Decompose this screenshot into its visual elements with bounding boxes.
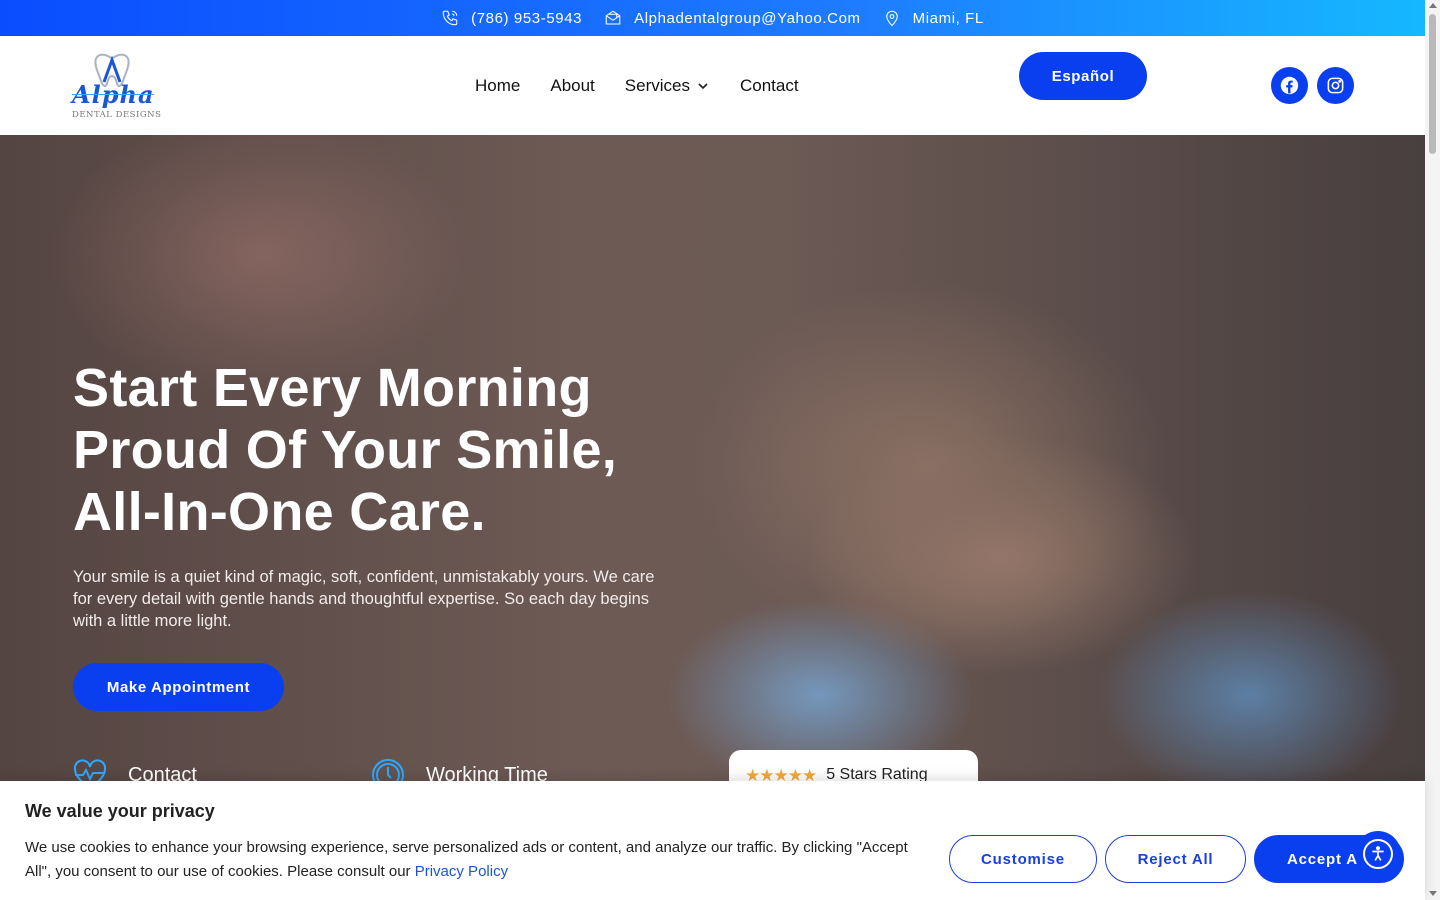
phone-number[interactable]: (786) 953-5943 <box>471 10 582 27</box>
cookie-text: We use cookies to enhance your browsing … <box>25 836 925 884</box>
location-pin-icon <box>885 10 898 27</box>
facebook-icon <box>1280 76 1299 95</box>
email-address[interactable]: Alphadentalgroup@Yahoo.Com <box>634 10 861 27</box>
logo[interactable]: Alpha DENTAL DESIGNS <box>70 50 161 122</box>
email-item[interactable]: Alphadentalgroup@Yahoo.Com <box>604 9 861 27</box>
cookie-consent-banner: We value your privacy We use cookies to … <box>0 781 1425 900</box>
scroll-down-arrow[interactable] <box>1429 891 1437 896</box>
site-header: Alpha DENTAL DESIGNS Home About Services… <box>0 36 1425 135</box>
nav-about[interactable]: About <box>550 76 594 96</box>
chevron-down-icon <box>698 82 708 89</box>
reject-all-button[interactable]: Reject All <box>1105 835 1246 883</box>
customise-button[interactable]: Customise <box>949 835 1097 883</box>
accessibility-icon <box>1372 846 1384 861</box>
hero-description: Your smile is a quiet kind of magic, sof… <box>73 568 655 630</box>
scroll-up-arrow[interactable] <box>1429 3 1437 8</box>
nav-contact[interactable]: Contact <box>740 76 799 96</box>
language-button[interactable]: Español <box>1019 52 1147 100</box>
main-nav: Home About Services Contact <box>475 36 799 135</box>
mail-icon <box>605 10 621 25</box>
accessibility-ring <box>1363 839 1393 869</box>
instagram-button[interactable] <box>1317 67 1354 104</box>
location-text: Miami, FL <box>912 9 984 27</box>
page-scrollbar[interactable] <box>1425 0 1440 900</box>
instagram-icon <box>1327 77 1344 94</box>
cookie-title: We value your privacy <box>25 801 215 821</box>
nav-home[interactable]: Home <box>475 76 520 96</box>
facebook-button[interactable] <box>1271 67 1308 104</box>
logo-subtitle: DENTAL DESIGNS <box>72 110 162 120</box>
phone-icon <box>442 10 458 26</box>
logo-divider <box>72 94 154 95</box>
nav-services-label: Services <box>624 75 690 95</box>
scroll-thumb[interactable] <box>1429 14 1436 154</box>
hero-title: Start Every Morning Proud Of Your Smile,… <box>73 358 618 542</box>
nav-services[interactable]: Services <box>625 76 710 96</box>
location-item: Miami, FL <box>883 9 984 27</box>
top-info-bar: (786) 953-5943 Alphadentalgroup@Yahoo.Co… <box>0 0 1425 36</box>
make-appointment-button[interactable]: Make Appointment <box>73 663 284 711</box>
phone-item[interactable]: (786) 953-5943 <box>441 9 582 27</box>
accessibility-button[interactable] <box>1355 831 1401 877</box>
privacy-policy-link[interactable]: Privacy Policy <box>415 863 508 880</box>
